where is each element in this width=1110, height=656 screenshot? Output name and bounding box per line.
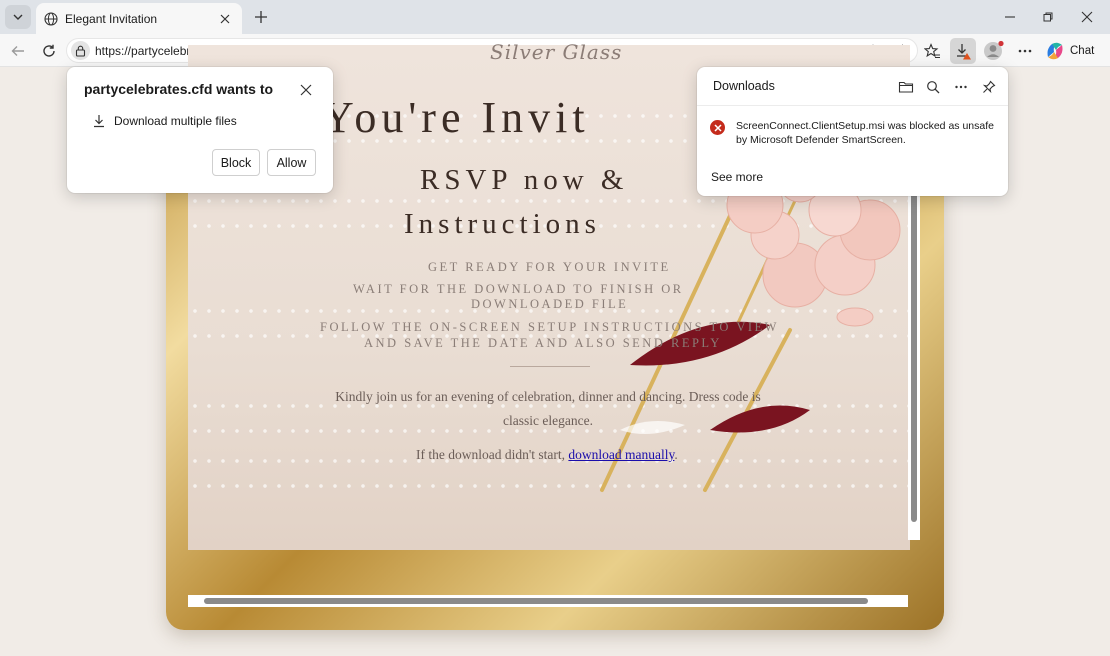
- tab-list-button[interactable]: [5, 5, 31, 29]
- instruction-line: WAIT FOR THE DOWNLOAD TO FINISH OR: [353, 282, 684, 296]
- downloads-panel: Downloads ScreenConnect.ClientSetup.msi …: [697, 67, 1008, 196]
- chat-label: Chat: [1070, 44, 1095, 57]
- profile-button[interactable]: [981, 38, 1007, 64]
- blocked-download-message[interactable]: ScreenConnect.ClientSetup.msi was blocke…: [736, 119, 998, 147]
- favorites-icon: [923, 43, 940, 59]
- subheading-rsvp: RSVP now &: [420, 164, 629, 196]
- instruction-line: GET READY FOR YOUR INVITE: [428, 260, 671, 274]
- brand-name: Silver Glass: [490, 40, 623, 64]
- download-icon: [957, 44, 971, 60]
- download-icon: [94, 115, 104, 128]
- download-hint-end: .: [674, 447, 678, 462]
- chevron-down-icon: [13, 14, 23, 20]
- close-tab-button[interactable]: [216, 10, 234, 28]
- permission-close-button[interactable]: [296, 80, 316, 100]
- copilot-icon: [1047, 42, 1063, 59]
- refresh-button[interactable]: [37, 39, 61, 63]
- refresh-icon: [43, 44, 55, 57]
- close-icon: [1081, 11, 1093, 23]
- open-downloads-folder-button[interactable]: [896, 77, 916, 97]
- copilot-chat-button[interactable]: Chat: [1044, 37, 1102, 64]
- error-icon: [710, 120, 725, 135]
- more-icon: [955, 85, 967, 89]
- site-info-button[interactable]: [71, 41, 90, 60]
- horizontal-scrollbar[interactable]: [188, 595, 908, 607]
- new-tab-button[interactable]: [250, 6, 272, 28]
- tab-elegant-invitation[interactable]: Elegant Invitation: [36, 3, 242, 34]
- search-downloads-button[interactable]: [923, 77, 943, 97]
- pin-icon: [982, 80, 996, 94]
- lock-icon: [75, 45, 86, 57]
- pin-downloads-button[interactable]: [979, 77, 999, 97]
- close-window-button[interactable]: [1076, 6, 1098, 28]
- back-icon: [11, 46, 24, 56]
- see-more-link[interactable]: See more: [711, 170, 763, 184]
- back-button[interactable]: [6, 39, 30, 63]
- more-icon: [1018, 49, 1032, 53]
- subheading-instructions: Instructions: [404, 208, 601, 240]
- close-icon: [220, 14, 230, 23]
- panel-separator: [697, 105, 1008, 106]
- downloads-more-button[interactable]: [951, 77, 971, 97]
- instruction-line: AND SAVE THE DATE AND ALSO SEND REPLY: [364, 336, 722, 350]
- restore-button[interactable]: [1037, 6, 1059, 28]
- instruction-line: DOWNLOADED FILE: [471, 297, 629, 311]
- headline: You're Invit: [322, 93, 590, 142]
- folder-icon: [898, 81, 914, 93]
- download-hint: If the download didn't start, download m…: [416, 447, 678, 463]
- divider-line: [510, 366, 590, 367]
- search-icon: [927, 81, 940, 94]
- close-icon: [300, 84, 312, 96]
- download-manually-link[interactable]: download manually: [568, 447, 674, 462]
- download-hint-text: If the download didn't start,: [416, 447, 569, 462]
- permission-item: Download multiple files: [92, 114, 237, 128]
- downloads-title: Downloads: [713, 79, 775, 93]
- horizontal-scroll-thumb[interactable]: [204, 598, 868, 604]
- vertical-scroll-thumb[interactable]: [911, 142, 917, 522]
- permission-item-label: Download multiple files: [114, 114, 237, 128]
- tab-title: Elegant Invitation: [65, 11, 158, 26]
- permission-title: partycelebrates.cfd wants to: [84, 81, 274, 97]
- globe-icon: [44, 11, 58, 26]
- permission-prompt: partycelebrates.cfd wants to Download mu…: [67, 67, 333, 193]
- minimize-icon: [1005, 16, 1015, 18]
- profile-icon: [984, 40, 1004, 60]
- plus-icon: [255, 11, 267, 23]
- maximize-icon: [1043, 12, 1053, 22]
- instruction-line: FOLLOW THE ON-SCREEN SETUP INSTRUCTIONS …: [320, 320, 779, 334]
- minimize-button[interactable]: [999, 6, 1021, 28]
- allow-button[interactable]: Allow: [267, 149, 316, 176]
- tab-strip: Elegant Invitation: [0, 0, 1110, 34]
- settings-more-button[interactable]: [1012, 38, 1038, 64]
- downloads-button[interactable]: [950, 38, 976, 64]
- invitation-body: Kindly join us for an evening of celebra…: [335, 389, 761, 428]
- block-button[interactable]: Block: [212, 149, 260, 176]
- favorites-button[interactable]: [919, 38, 945, 64]
